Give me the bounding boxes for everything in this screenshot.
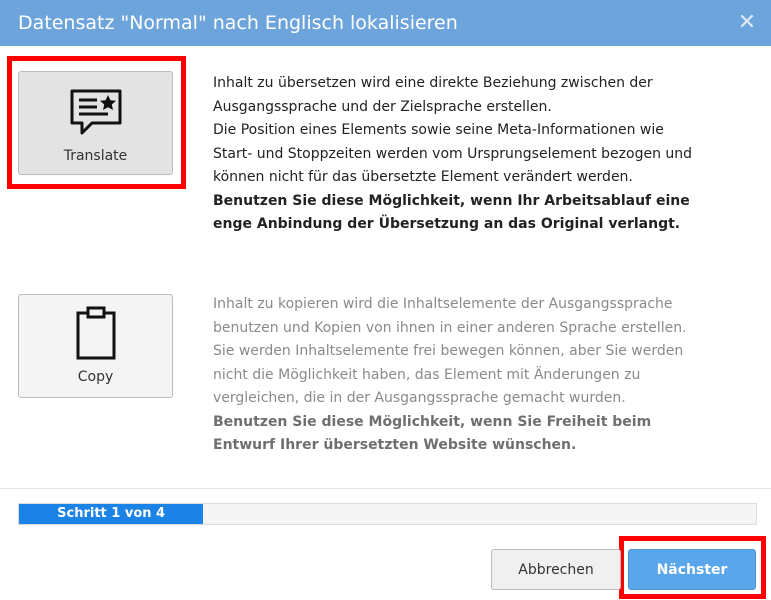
description-line: benutzen und Kopien von ihnen in einer a… [213, 319, 687, 336]
description-bold-line: Benutzen Sie diese Möglichkeit, wenn Ihr… [213, 192, 690, 209]
progress-bar: Schritt 1 von 4 [18, 503, 757, 525]
description-bold-line: Benutzen Sie diese Möglichkeit, wenn Sie… [213, 413, 652, 430]
description-line: nicht die Möglichkeit haben, das Element… [213, 366, 641, 383]
description-line: Ausgangssprache und der Zielsprache erst… [213, 98, 552, 115]
close-icon[interactable]: ✕ [735, 9, 759, 37]
description-bold-line: Entwurf Ihrer übersetzten Website wünsch… [213, 437, 577, 453]
description-line: können nicht für das übersetzte Element … [213, 169, 633, 185]
description-bold-line: enge Anbindung der Übersetzung an das Or… [213, 216, 681, 232]
translate-option-label: Translate [63, 148, 128, 164]
dialog-title-bar: Datensatz "Normal" nach Englisch lokalis… [0, 0, 771, 46]
translate-option-button[interactable]: Translate [18, 71, 173, 175]
footer-separator [0, 488, 771, 489]
speech-bubble-star-icon [70, 89, 121, 135]
description-line: Inhalt zu übersetzen wird eine direkte B… [213, 75, 653, 91]
translate-description: Inhalt zu übersetzen wird eine direkte B… [213, 72, 753, 237]
cancel-button[interactable]: Abbrechen [491, 549, 621, 590]
next-button[interactable]: Nächster [628, 549, 756, 590]
description-line: Inhalt zu kopieren wird die Inhaltseleme… [213, 296, 673, 312]
clipboard-icon [76, 306, 115, 360]
progress-fill: Schritt 1 von 4 [19, 504, 204, 524]
copy-description: Inhalt zu kopieren wird die Inhaltseleme… [213, 293, 753, 458]
description-line: Sie werden Inhaltselemente frei bewegen … [213, 343, 684, 359]
description-line: Start- und Stoppzeiten werden vom Urspru… [213, 145, 693, 162]
dialog-title: Datensatz "Normal" nach Englisch lokalis… [18, 12, 458, 34]
copy-option-button[interactable]: Copy [18, 294, 173, 398]
description-line: Die Position eines Elements sowie seine … [213, 122, 664, 138]
copy-option-label: Copy [77, 369, 114, 385]
description-line: vergleichen, die in der Ausgangssprache … [213, 390, 626, 406]
